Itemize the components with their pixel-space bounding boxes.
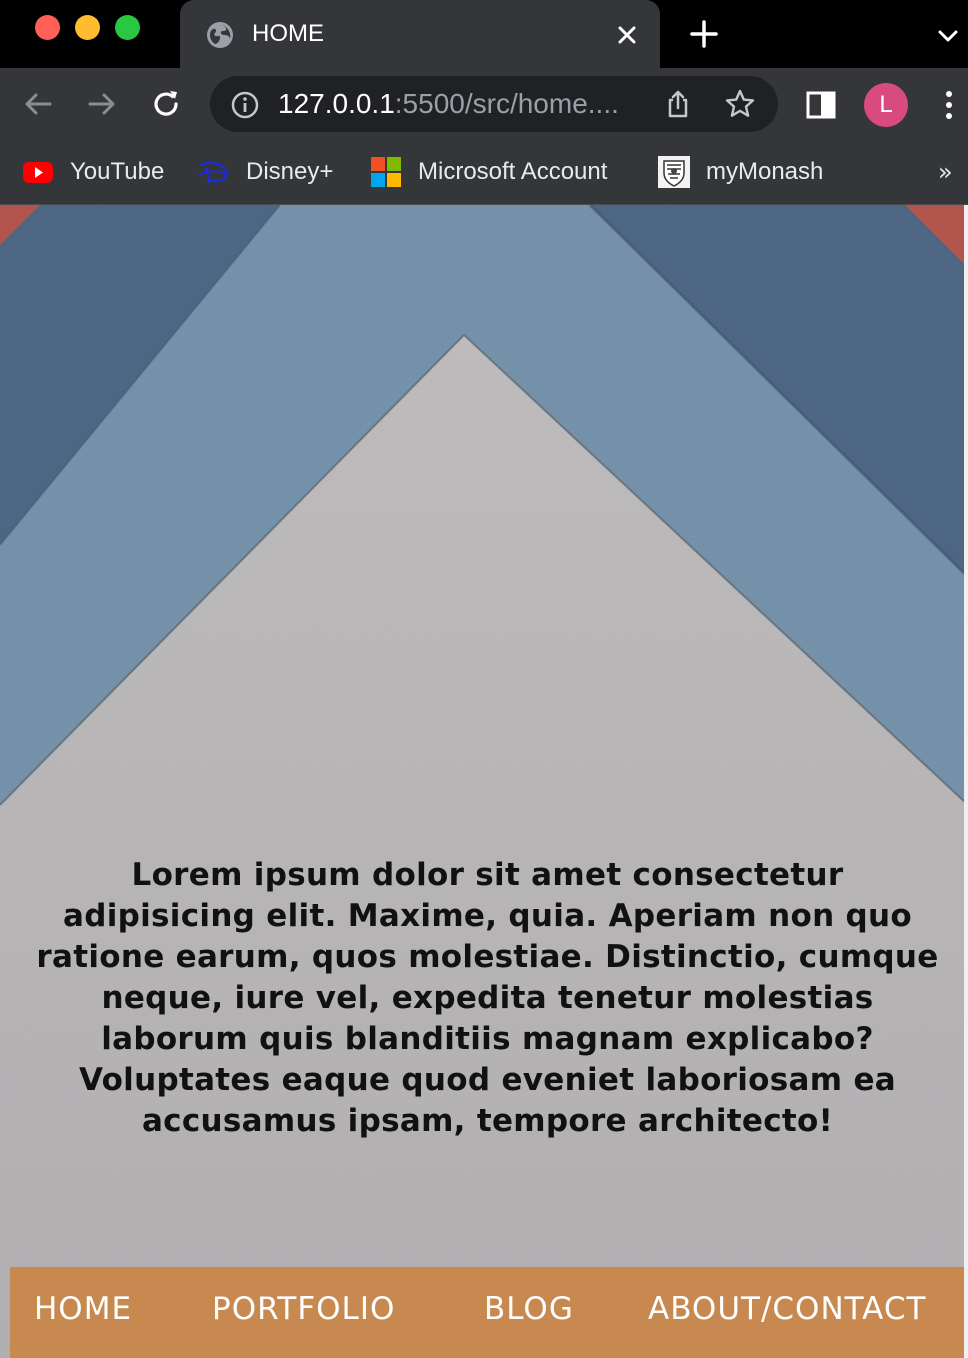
tab-title: HOME [252, 20, 324, 47]
page-scrollbar-track[interactable] [964, 205, 968, 1358]
more-vertical-icon[interactable] [935, 88, 963, 122]
maximize-window-button[interactable] [115, 15, 140, 40]
bookmarks-bar: YouTube Disney+ Microsoft Account myMona… [0, 140, 968, 205]
side-panel-icon[interactable] [804, 88, 838, 122]
nav-link-blog[interactable]: BLOG [484, 1289, 574, 1329]
bookmark-microsoft-account[interactable]: Microsoft Account [370, 152, 607, 192]
nav-link-portfolio[interactable]: PORTFOLIO [212, 1289, 395, 1329]
nav-link-about-contact[interactable]: ABOUT/CONTACT [648, 1289, 926, 1329]
tab-strip: HOME [0, 0, 968, 68]
bookmark-mymonash[interactable]: myMonash [658, 152, 823, 192]
bookmark-youtube[interactable]: YouTube [22, 152, 164, 192]
reload-icon[interactable] [148, 86, 184, 122]
chevron-down-icon[interactable] [934, 22, 962, 50]
bookmark-label: Disney+ [246, 158, 334, 185]
bookmarks-overflow-chevron[interactable]: » [938, 158, 960, 186]
monash-icon [658, 156, 690, 188]
disney-icon [198, 161, 229, 185]
browser-toolbar: 127.0.0.1:5500/src/home.... L [0, 68, 968, 140]
bookmark-disney[interactable]: Disney+ [198, 152, 333, 192]
tab-home[interactable]: HOME [180, 0, 660, 68]
forward-arrow-icon[interactable] [84, 86, 120, 122]
microsoft-icon [371, 157, 401, 187]
site-nav-bar: HOME PORTFOLIO BLOG ABOUT/CONTACT [10, 1267, 964, 1358]
browser-window: HOME 127.0.0.1:5500/src/home.... L YouTu… [0, 0, 968, 1358]
bookmark-label: myMonash [706, 158, 824, 185]
share-icon[interactable] [662, 88, 694, 120]
back-arrow-icon[interactable] [20, 86, 56, 122]
globe-icon [207, 22, 233, 48]
youtube-icon [23, 162, 53, 183]
page-viewport: Lorem ipsum dolor sit amet consectetur a… [0, 205, 968, 1358]
address-bar[interactable]: 127.0.0.1:5500/src/home.... [210, 76, 778, 132]
bookmark-label: Microsoft Account [418, 158, 608, 185]
close-icon[interactable] [612, 20, 642, 50]
profile-avatar[interactable]: L [864, 83, 908, 127]
minimize-window-button[interactable] [75, 15, 100, 40]
info-icon[interactable] [230, 90, 260, 120]
nav-link-home[interactable]: HOME [34, 1289, 132, 1329]
hero-background-image [0, 205, 968, 1358]
close-window-button[interactable] [35, 15, 60, 40]
url-text[interactable]: 127.0.0.1:5500/src/home.... [278, 87, 648, 121]
plus-icon[interactable] [688, 18, 720, 50]
bookmark-label: YouTube [70, 158, 165, 185]
hero-paragraph: Lorem ipsum dolor sit amet consectetur a… [36, 857, 939, 1139]
url-host: 127.0.0.1 [278, 88, 395, 119]
star-icon[interactable] [724, 88, 756, 120]
url-path: :5500/src/home.... [394, 88, 619, 119]
